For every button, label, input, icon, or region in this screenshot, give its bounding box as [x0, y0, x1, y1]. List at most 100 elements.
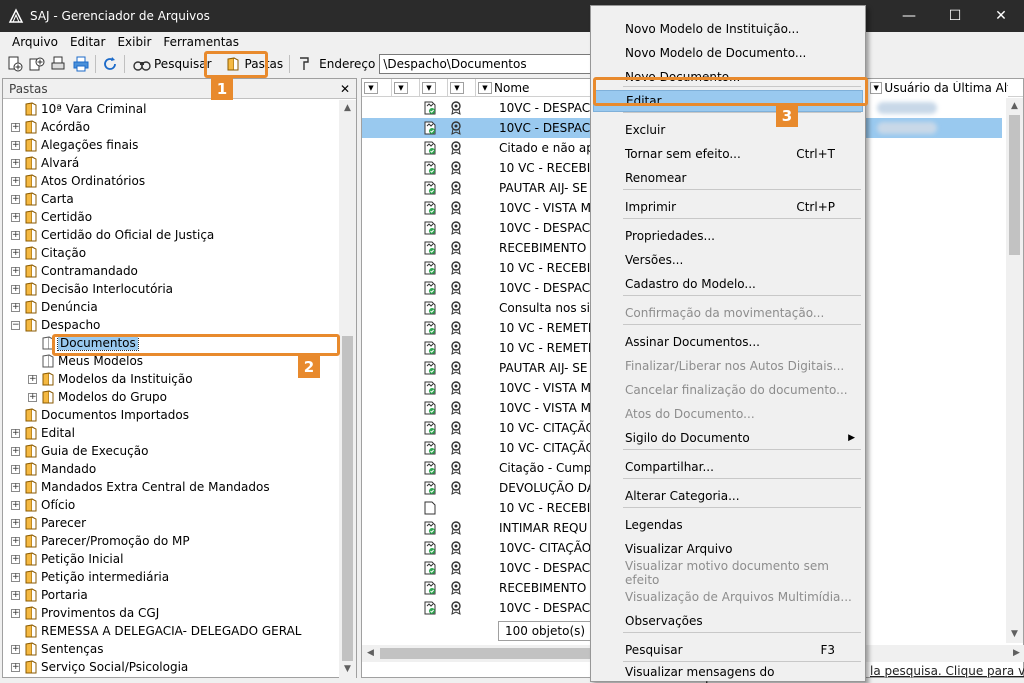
tree-item[interactable]: 10ª Vara Criminal	[3, 100, 341, 118]
tree-item[interactable]: + Edital	[3, 424, 341, 442]
expand-icon[interactable]: +	[28, 374, 37, 384]
tree-item[interactable]: + Modelos do Grupo	[3, 388, 341, 406]
print-icon[interactable]	[72, 55, 90, 73]
address-field[interactable]: \Despacho\Documentos	[379, 54, 620, 74]
expand-icon[interactable]: +	[11, 194, 20, 204]
expand-icon[interactable]: +	[28, 392, 37, 402]
expand-icon[interactable]: +	[11, 662, 20, 672]
tree-item[interactable]: + Certidão do Oficial de Justiça	[3, 226, 341, 244]
menu-item-excluir[interactable]: Excluir	[593, 119, 863, 141]
expand-icon[interactable]: +	[11, 554, 20, 564]
scroll-up-arrow[interactable]: ▲	[339, 100, 356, 117]
expand-icon[interactable]: +	[11, 644, 20, 654]
tree-item[interactable]: + Ofício	[3, 496, 341, 514]
dropdown-arrow-icon[interactable]: ▼	[364, 81, 378, 94]
menu-item-propriedades[interactable]: Propriedades...	[593, 225, 863, 247]
menu-item-observacoes[interactable]: Observações	[593, 610, 863, 632]
expand-icon[interactable]: +	[11, 158, 20, 168]
menu-item-versoes[interactable]: Versões...	[593, 249, 863, 271]
column-filter-3[interactable]: ▼	[420, 78, 448, 97]
expand-icon[interactable]: +	[11, 536, 20, 546]
scrollbar-thumb[interactable]	[342, 336, 353, 661]
tree-item[interactable]: + Parecer	[3, 514, 341, 532]
tree-item[interactable]: Documentos Importados	[3, 406, 341, 424]
address-pin-icon[interactable]	[295, 55, 313, 73]
menu-item-compartilhar[interactable]: Compartilhar...	[593, 456, 863, 478]
maximize-button[interactable]: ☐	[932, 0, 978, 32]
scroll-down-arrow[interactable]: ▼	[339, 661, 356, 678]
menu-item-pesquisar[interactable]: Pesquisar F3	[593, 639, 863, 661]
expand-icon[interactable]: +	[11, 302, 20, 312]
tree-item[interactable]: + Provimentos da CGJ	[3, 604, 341, 622]
menu-arquivo[interactable]: Arquivo	[6, 35, 64, 49]
new-document-icon[interactable]	[6, 55, 24, 73]
close-pane-icon[interactable]: ✕	[340, 82, 350, 96]
scroll-left-arrow[interactable]: ◀	[362, 645, 379, 662]
tree-item[interactable]: + Denúncia	[3, 298, 341, 316]
menu-item-alterar-categoria[interactable]: Alterar Categoria...	[593, 485, 863, 507]
column-filter-4[interactable]: ▼	[448, 78, 476, 97]
tree-item[interactable]: + Alvará	[3, 154, 341, 172]
expand-icon[interactable]: +	[11, 608, 20, 618]
documents-scrollbar[interactable]: ▲ ▼	[1006, 98, 1023, 643]
expand-icon[interactable]: +	[11, 266, 20, 276]
tree-item[interactable]: + Serviço Social/Psicologia	[3, 658, 341, 676]
tree-item[interactable]: + Portaria	[3, 586, 341, 604]
new-template-icon[interactable]	[28, 55, 46, 73]
scroll-right-arrow[interactable]: ▶	[1008, 645, 1024, 662]
expand-icon[interactable]: +	[11, 122, 20, 132]
menu-item-visualizar-mensagens-do-processamento[interactable]: Visualizar mensagens do processamento	[593, 665, 863, 683]
tree-item[interactable]: + Petição Inicial	[3, 550, 341, 568]
tree-item[interactable]: + Guia de Execução	[3, 442, 341, 460]
tree-item[interactable]: + Citação	[3, 244, 341, 262]
column-name[interactable]: ▼ Nome	[476, 78, 596, 97]
expand-icon[interactable]: +	[11, 230, 20, 240]
tree-item[interactable]: + Acórdão	[3, 118, 341, 136]
expand-icon[interactable]: +	[11, 590, 20, 600]
expand-icon[interactable]: +	[11, 428, 20, 438]
tree-item[interactable]: + Petição intermediária	[3, 568, 341, 586]
tree-item[interactable]: + Decisão Interlocutória	[3, 280, 341, 298]
dropdown-arrow-icon[interactable]: ▼	[394, 81, 408, 94]
tree-item[interactable]: − Despacho	[3, 316, 341, 334]
menu-item-renomear[interactable]: Renomear	[593, 167, 863, 189]
print-preview-icon[interactable]	[50, 55, 68, 73]
menu-item-legendas[interactable]: Legendas	[593, 514, 863, 536]
dropdown-arrow-icon[interactable]: ▼	[422, 81, 436, 94]
column-filter-2[interactable]: ▼	[392, 78, 420, 97]
scrollbar-thumb[interactable]	[1009, 115, 1020, 255]
search-button[interactable]: Pesquisar	[128, 53, 215, 75]
search-results-link[interactable]: la pesquisa. Clique para ver ma	[870, 664, 1024, 678]
tree-item[interactable]: + Mandados Extra Central de Mandados	[3, 478, 341, 496]
menu-editar[interactable]: Editar	[64, 35, 112, 49]
dropdown-arrow-icon[interactable]: ▼	[478, 81, 492, 94]
menu-item-visualizar-arquivo[interactable]: Visualizar Arquivo	[593, 538, 863, 560]
close-window-button[interactable]: ✕	[978, 0, 1024, 32]
minimize-button[interactable]: —	[886, 0, 932, 32]
tree-item[interactable]: REMESSA A DELEGACIA- DELEGADO GERAL	[3, 622, 341, 640]
menu-exibir[interactable]: Exibir	[111, 35, 157, 49]
column-user[interactable]: ▼ Usuário da Última Alter.	[868, 79, 1008, 97]
expand-icon[interactable]: +	[11, 518, 20, 528]
tree-item[interactable]: + Atos Ordinatórios	[3, 172, 341, 190]
menu-item-novo-modelo-de-instituicao[interactable]: Novo Modelo de Instituição...	[593, 18, 863, 40]
menu-item-imprimir[interactable]: Imprimir Ctrl+P	[593, 196, 863, 218]
tree-item[interactable]: + Certidão	[3, 208, 341, 226]
expand-icon[interactable]: +	[11, 446, 20, 456]
menu-item-cadastro-do-modelo[interactable]: Cadastro do Modelo...	[593, 273, 863, 295]
menu-ferramentas[interactable]: Ferramentas	[157, 35, 245, 49]
expand-icon[interactable]: +	[11, 176, 20, 186]
dropdown-arrow-icon[interactable]: ▼	[450, 81, 464, 94]
expand-icon[interactable]: +	[11, 464, 20, 474]
folders-scrollbar[interactable]: ▲ ▼	[339, 100, 356, 678]
tree-item[interactable]: + Contramandado	[3, 262, 341, 280]
tree-item[interactable]: + Modelos da Instituição	[3, 370, 341, 388]
column-filter-1[interactable]: ▼	[362, 78, 392, 97]
expand-icon[interactable]: +	[11, 284, 20, 294]
expand-icon[interactable]: +	[11, 500, 20, 510]
tree-item[interactable]: + Parecer/Promoção do MP	[3, 532, 341, 550]
menu-item-novo-modelo-de-documento[interactable]: Novo Modelo de Documento...	[593, 42, 863, 64]
refresh-icon[interactable]	[101, 55, 119, 73]
expand-icon[interactable]: +	[11, 482, 20, 492]
tree-item[interactable]: + Mandado	[3, 460, 341, 478]
